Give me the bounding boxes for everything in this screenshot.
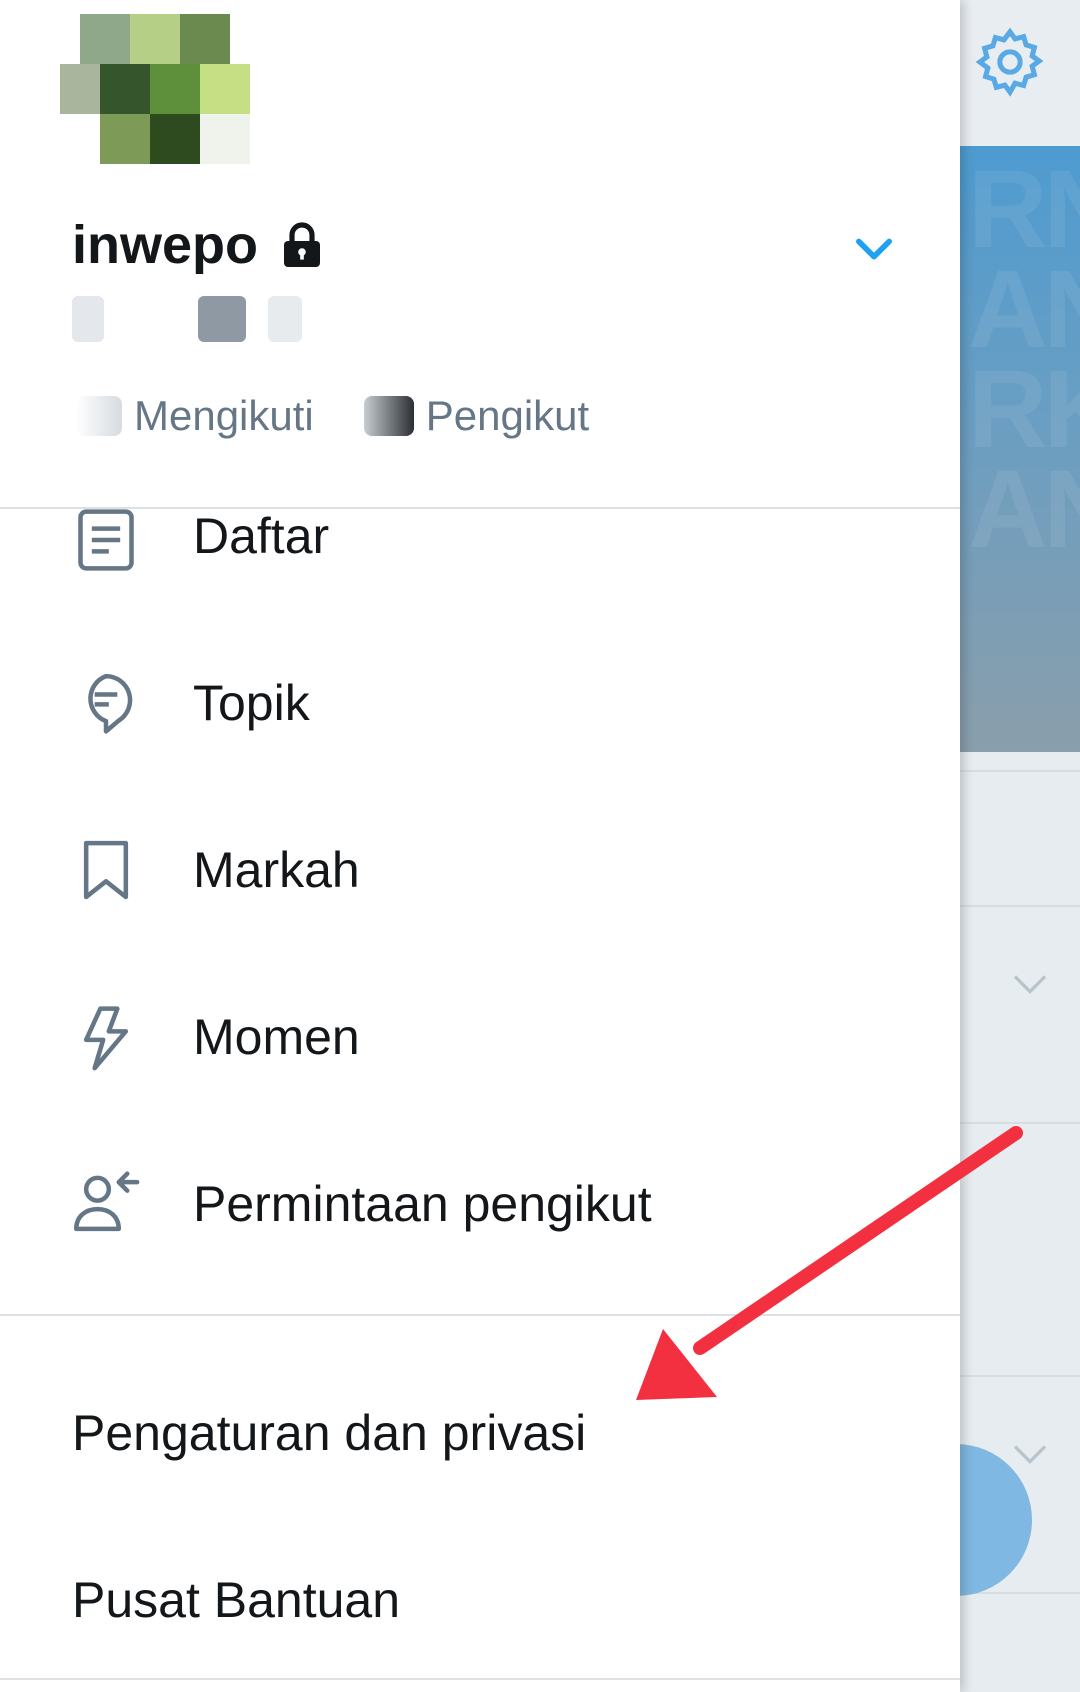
menu-item-bookmarks[interactable]: Markah [0, 800, 960, 940]
menu-item-label: Topik [193, 675, 310, 731]
lock-icon [284, 222, 320, 267]
menu-item-moments[interactable]: Momen [0, 967, 960, 1107]
follower-request-icon [73, 1171, 140, 1232]
menu-item-label: Daftar [193, 508, 330, 564]
handle-redacted [268, 296, 302, 342]
lightning-icon [83, 1006, 129, 1071]
chevron-down-icon[interactable] [848, 222, 900, 274]
background-profile-banner: RN AN RK AN [960, 146, 1080, 752]
menu-item-label: Markah [193, 842, 360, 898]
list-icon [78, 509, 134, 571]
gear-icon[interactable] [972, 24, 1048, 100]
background-row [960, 1592, 1080, 1692]
following-stat[interactable]: Mengikuti [76, 392, 314, 440]
menu-item-topics[interactable]: Topik [0, 633, 960, 773]
handle-redacted [72, 296, 104, 342]
avatar[interactable] [60, 14, 250, 190]
followers-stat[interactable]: Pengikut [363, 392, 590, 440]
menu-item-label: Permintaan pengikut [193, 1176, 652, 1232]
divider [0, 1678, 960, 1680]
navigation-drawer: inwepo Mengikuti Pengikut Daftar Topik M… [0, 0, 960, 1692]
profile-name-row[interactable]: inwepo [72, 214, 326, 276]
menu-item-follower-requests[interactable]: Permintaan pengikut [0, 1134, 960, 1274]
followers-count-redacted [363, 396, 414, 436]
profile-handle [72, 296, 302, 342]
topic-bubble-icon [88, 673, 133, 734]
settings-and-privacy-link[interactable]: Pengaturan dan privasi [72, 1404, 586, 1462]
divider [0, 1314, 960, 1316]
background-row [960, 1122, 1080, 1376]
help-center-link[interactable]: Pusat Bantuan [72, 1571, 400, 1629]
following-label: Mengikuti [134, 392, 314, 439]
followers-label: Pengikut [425, 392, 590, 439]
menu-item-label: Momen [193, 1009, 360, 1065]
profile-name: inwepo [72, 215, 258, 275]
chevron-down-icon[interactable] [1012, 1442, 1048, 1466]
background-row [960, 770, 1080, 906]
handle-redacted [126, 296, 176, 342]
menu-item-lists[interactable]: Daftar [0, 466, 960, 606]
handle-redacted [198, 296, 246, 342]
following-count-redacted [76, 396, 122, 436]
bookmark-icon [83, 840, 129, 900]
follow-stats: Mengikuti Pengikut [76, 392, 589, 440]
chevron-down-icon[interactable] [1012, 972, 1048, 996]
background-row [960, 905, 1080, 1123]
